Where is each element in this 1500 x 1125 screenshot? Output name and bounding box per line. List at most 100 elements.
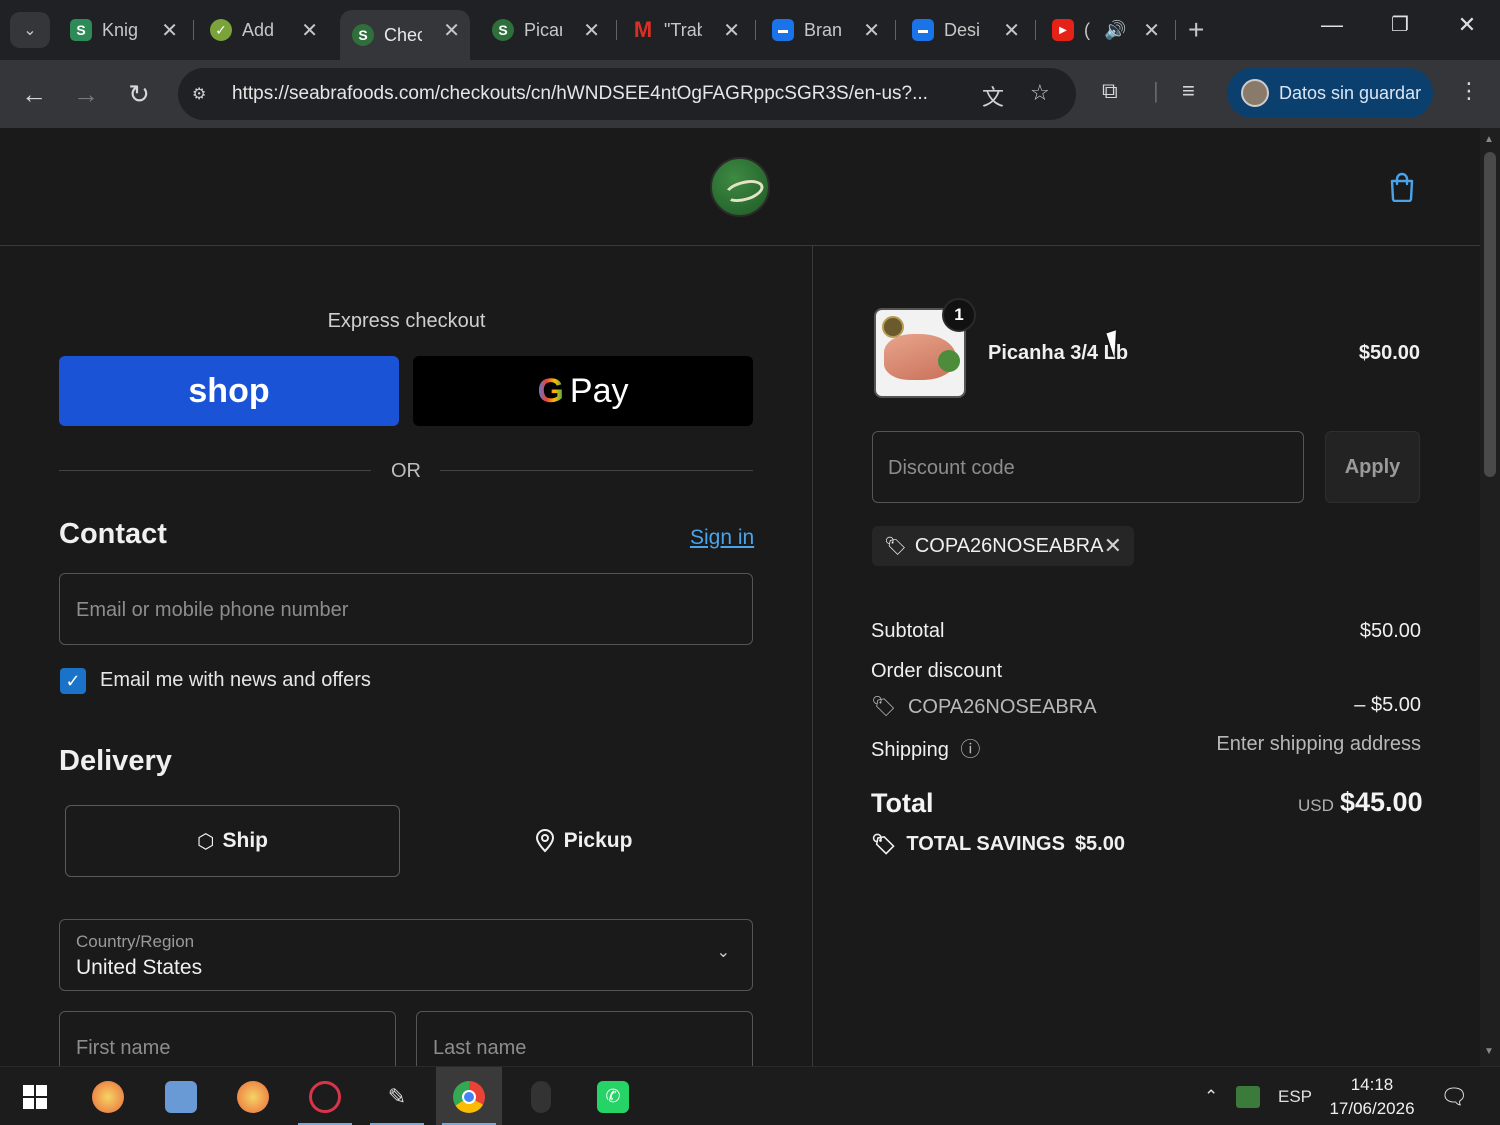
new-tab-plus-icon[interactable]: + [1188, 14, 1204, 46]
browser-tab-1[interactable]: S Knig ✕ [58, 10, 188, 50]
close-icon[interactable]: ✕ [1003, 18, 1020, 43]
speaker-icon[interactable]: 🔊 [1104, 20, 1126, 41]
browser-toolbar: ← → ↻ ⚙ https://seabrafoods.com/checkout… [0, 60, 1500, 128]
newsletter-checkbox[interactable]: ✓ [60, 668, 86, 694]
taskbar-app-chrome[interactable] [436, 1067, 502, 1125]
close-icon[interactable]: ✕ [443, 18, 460, 43]
cursor-target-icon [309, 1080, 341, 1113]
shop-pay-button[interactable]: shop [59, 356, 399, 426]
tab-title: Knig [102, 19, 139, 40]
browser-tab-6[interactable]: ▬ Bran ✕ [760, 10, 890, 50]
taskbar-app-cursor-tool[interactable] [292, 1067, 358, 1125]
bookmark-star-icon[interactable]: ☆ [1030, 80, 1050, 106]
back-arrow-icon[interactable]: ← [18, 78, 50, 110]
close-icon[interactable]: ✕ [863, 18, 880, 43]
remove-code-close-icon[interactable]: ✕ [1104, 533, 1122, 559]
tab-title: Picar [524, 19, 562, 40]
scroll-down-arrow-icon[interactable]: ▼ [1484, 1046, 1494, 1057]
apply-discount-button[interactable]: Apply [1325, 431, 1420, 503]
site-info-icon[interactable]: ⚙ [192, 84, 216, 104]
close-icon[interactable]: ✕ [723, 18, 740, 43]
apply-label: Apply [1344, 455, 1401, 478]
browser-tab-2[interactable]: ✓ Add ✕ [198, 10, 328, 50]
close-icon[interactable]: ✕ [583, 18, 600, 43]
ship-option[interactable]: ⬡ Ship [65, 805, 400, 877]
reload-icon[interactable]: ↻ [123, 78, 155, 110]
tray-overflow-chevron-icon[interactable]: ⌃ [1204, 1067, 1218, 1125]
browser-tab-5[interactable]: M "Trab ✕ [620, 10, 750, 50]
menu-kebab-icon[interactable]: ⋮ [1458, 78, 1480, 104]
pen-tool-icon: ✎ [387, 1083, 407, 1109]
taskbar-app-tool[interactable]: ✎ [364, 1067, 430, 1125]
tab-title: Chec [384, 24, 422, 45]
palette-icon [237, 1080, 269, 1113]
taskbar-app-mouse[interactable] [508, 1067, 574, 1125]
media-control-icon[interactable]: ≡ [1182, 78, 1195, 104]
shopping-bag-icon[interactable] [1388, 172, 1416, 202]
extensions-icon[interactable]: ⧉ [1102, 78, 1118, 104]
sign-in-link[interactable]: Sign in [690, 526, 754, 550]
email-field[interactable]: Email or mobile phone number [59, 573, 753, 645]
tag-icon: 🏷 [871, 834, 897, 856]
taskbar-app-whatsapp[interactable]: ✆ [580, 1067, 646, 1125]
help-question-icon[interactable]: ⓘ [960, 739, 980, 761]
browser-tab-4[interactable]: S Picar ✕ [480, 10, 610, 50]
scrollbar-thumb[interactable] [1484, 152, 1496, 477]
discount-code-field[interactable]: Discount code [872, 431, 1304, 503]
close-icon[interactable]: ✕ [161, 18, 178, 43]
applied-code-chip: 🏷 COPA26NOSEABRA ✕ [872, 526, 1134, 566]
store-header [0, 128, 1480, 246]
window-close-icon[interactable]: ✕ [1447, 12, 1487, 38]
address-bar[interactable]: ⚙ https://seabrafoods.com/checkouts/cn/h… [178, 68, 1076, 120]
browser-tab-3-active[interactable]: S Chec ✕ [340, 10, 470, 60]
tab-separator [1035, 20, 1036, 40]
subtotal-row: Subtotal $50.00 [871, 620, 1421, 643]
google-pay-button[interactable]: G Pay [413, 356, 753, 426]
tab-title: Add [242, 19, 275, 40]
notifications-icon[interactable]: 🗨 [1440, 1067, 1468, 1125]
scroll-up-arrow-icon[interactable]: ▲ [1484, 134, 1494, 145]
country-select[interactable]: Country/Region United States ⌄ [59, 919, 753, 991]
tab-search-dropdown-button[interactable]: ⌄ [10, 12, 50, 48]
tab-title: Desi [944, 19, 981, 40]
seabra-icon: S [352, 24, 374, 46]
profile-label: Datos sin guardar [1279, 82, 1422, 103]
tab-separator [755, 20, 756, 40]
taskbar-app-paint-2[interactable] [220, 1067, 286, 1125]
close-icon[interactable]: ✕ [1143, 18, 1160, 43]
profile-chip[interactable]: Datos sin guardar [1227, 68, 1433, 118]
forward-arrow-icon[interactable]: → [70, 78, 102, 110]
page-scrollbar[interactable]: ▲ ▼ [1480, 128, 1500, 1066]
shop-pay-label: shop [188, 371, 270, 410]
google-g-icon: G [537, 371, 564, 410]
start-button[interactable] [2, 1067, 68, 1125]
order-discount-code: COPA26NOSEABRA [907, 696, 1097, 718]
url-text[interactable]: https://seabrafoods.com/checkouts/cn/hWN… [232, 83, 970, 105]
total-savings: 🏷 TOTAL SAVINGS $5.00 [871, 832, 1125, 857]
tray-app-icon[interactable] [1236, 1067, 1260, 1125]
savings-label: TOTAL SAVINGS [906, 833, 1065, 855]
shipping-row: Shipping ⓘ Enter shipping address [871, 733, 1421, 762]
last-name-field[interactable]: Last name [416, 1011, 753, 1066]
pickup-label: Pickup [563, 829, 633, 852]
minimize-icon[interactable]: — [1312, 12, 1352, 38]
product-name: Picanha 3/4 Lb [988, 342, 1129, 364]
first-name-field[interactable]: First name [59, 1011, 396, 1066]
browser-tab-8[interactable]: ▶ ( 🔊 ✕ [1040, 10, 1170, 50]
taskbar-app-files[interactable] [148, 1067, 214, 1125]
browser-tab-7[interactable]: ▬ Desi ✕ [900, 10, 1030, 50]
chrome-icon [453, 1080, 485, 1113]
restore-icon[interactable]: ❐ [1380, 12, 1420, 37]
order-discount-value: – $5.00 [1354, 694, 1421, 716]
close-icon[interactable]: ✕ [301, 18, 318, 43]
mouse-icon [531, 1080, 551, 1113]
pickup-option[interactable]: Pickup [413, 805, 753, 877]
store-logo[interactable] [710, 157, 770, 217]
translate-icon[interactable]: 文 [982, 80, 1004, 112]
system-clock[interactable]: 14:18 17/06/2026 [1322, 1073, 1422, 1121]
taskbar-app-paint[interactable] [75, 1067, 141, 1125]
subtotal-label: Subtotal [871, 620, 945, 642]
windows-taskbar: ✎ ✆ ⌃ ESP 14:18 17/06/2026 🗨 [0, 1066, 1500, 1125]
applied-code: COPA26NOSEABRA [914, 534, 1104, 557]
language-indicator[interactable]: ESP [1278, 1067, 1312, 1125]
